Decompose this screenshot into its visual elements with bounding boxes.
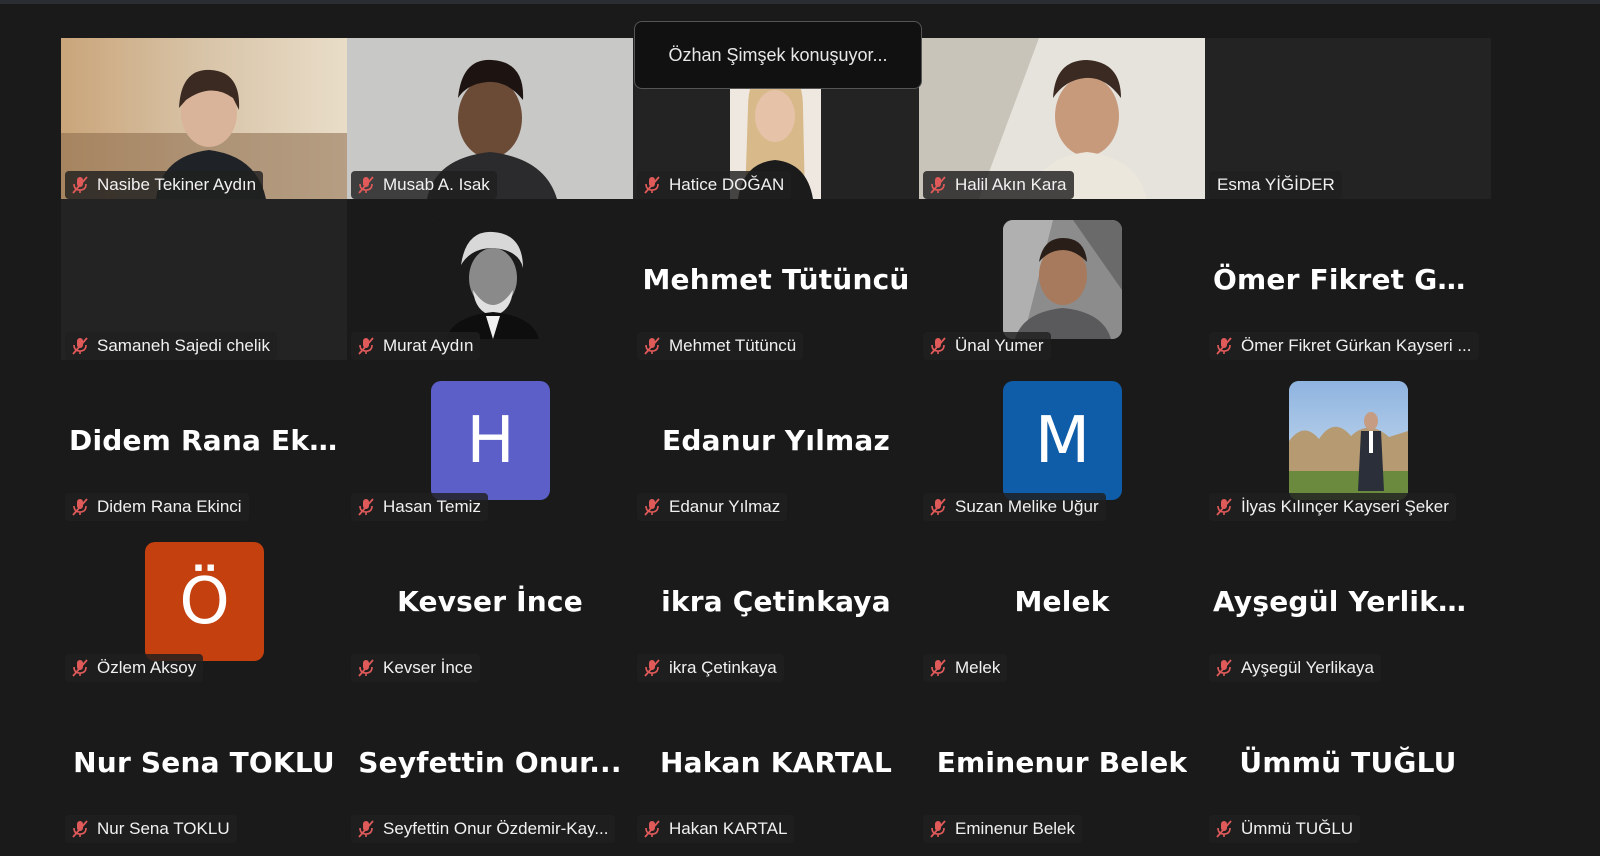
- portrait-image: [1003, 220, 1122, 339]
- participant-tile[interactable]: Eminenur Belek Eminenur Belek: [919, 682, 1205, 843]
- participant-name-tag: Musab A. Isak: [351, 171, 497, 199]
- participant-tile[interactable]: İlyas Kılınçer Kayseri Şeker: [1205, 360, 1491, 521]
- participant-name-tag: Didem Rana Ekinci: [65, 493, 249, 521]
- muted-mic-icon: [930, 176, 946, 194]
- participant-tile[interactable]: Melek Melek: [919, 521, 1205, 682]
- participant-name-tag: Seyfettin Onur Özdemir-Kay...: [351, 815, 616, 843]
- muted-mic-icon: [930, 820, 946, 838]
- participant-tile[interactable]: Seyfettin Onur... Seyfettin Onur Özdemir…: [347, 682, 633, 843]
- participant-tile[interactable]: Musab A. Isak: [347, 38, 633, 199]
- participant-tile[interactable]: Hakan KARTAL Hakan KARTAL: [633, 682, 919, 843]
- participant-tile[interactable]: Didem Rana Eki... Didem Rana Ekinci: [61, 360, 347, 521]
- participant-name-tag: Melek: [923, 654, 1008, 682]
- muted-mic-icon: [1216, 337, 1232, 355]
- muted-mic-icon: [1216, 498, 1232, 516]
- participant-name-tag: ikra Çetinkaya: [637, 654, 784, 682]
- participant-name-tag: Ümmü TUĞLU: [1209, 815, 1361, 843]
- muted-mic-icon: [72, 820, 88, 838]
- participant-name-tag: Nur Sena TOKLU: [65, 815, 237, 843]
- participant-tile[interactable]: Halil Akın Kara: [919, 38, 1205, 199]
- participant-name-tag: Mehmet Tütüncü: [637, 332, 804, 360]
- muted-mic-icon: [358, 820, 374, 838]
- portrait-image: [431, 220, 550, 339]
- participant-tile[interactable]: Ömer Fikret Gü... Ömer Fikret Gürkan Kay…: [1205, 199, 1491, 360]
- muted-mic-icon: [72, 498, 88, 516]
- participant-tile[interactable]: M Suzan Melike Uğur: [919, 360, 1205, 521]
- muted-mic-icon: [358, 176, 374, 194]
- participant-name-tag: Özlem Aksoy: [65, 654, 204, 682]
- participant-tile[interactable]: Nasibe Tekiner Aydın: [61, 38, 347, 199]
- portrait-image: [1289, 381, 1408, 500]
- participant-initial-avatar: H: [431, 381, 550, 500]
- participant-name-tag: Samaneh Sajedi chelik: [65, 332, 277, 360]
- participant-name-tag: Esma YİĞİDER: [1209, 171, 1342, 199]
- participant-name-tag: Hakan KARTAL: [637, 815, 795, 843]
- participant-tile[interactable]: Ö Özlem Aksoy: [61, 521, 347, 682]
- muted-mic-icon: [1216, 659, 1232, 677]
- muted-mic-icon: [644, 176, 660, 194]
- participant-tile[interactable]: Ünal Yumer: [919, 199, 1205, 360]
- participant-name-tag: Suzan Melike Uğur: [923, 493, 1106, 521]
- muted-mic-icon: [644, 498, 660, 516]
- participant-photo-avatar: [1003, 220, 1122, 339]
- participant-tile[interactable]: H Hasan Temiz: [347, 360, 633, 521]
- participant-tile[interactable]: Murat Aydın: [347, 199, 633, 360]
- participant-tile[interactable]: ikra Çetinkaya ikra Çetinkaya: [633, 521, 919, 682]
- participant-tile[interactable]: Ümmü TUĞLU Ümmü TUĞLU: [1205, 682, 1491, 843]
- participant-name-tag: Hasan Temiz: [351, 493, 488, 521]
- participant-photo-avatar: [431, 220, 550, 339]
- participant-name-tag: Eminenur Belek: [923, 815, 1083, 843]
- participant-name-tag: Ünal Yumer: [923, 332, 1051, 360]
- participant-name-tag: Kevser İnce: [351, 654, 480, 682]
- meeting-stage: Özhan Şimşek konuşuyor... Nasibe Tekiner…: [0, 4, 1600, 856]
- participant-initial-avatar: Ö: [145, 542, 264, 661]
- participant-name-tag: Murat Aydın: [351, 332, 481, 360]
- muted-mic-icon: [72, 337, 88, 355]
- muted-mic-icon: [358, 498, 374, 516]
- participant-tile[interactable]: Nur Sena TOKLU Nur Sena TOKLU: [61, 682, 347, 843]
- muted-mic-icon: [358, 659, 374, 677]
- muted-mic-icon: [644, 337, 660, 355]
- muted-mic-icon: [930, 337, 946, 355]
- participant-tile[interactable]: Edanur Yılmaz Edanur Yılmaz: [633, 360, 919, 521]
- participant-name-tag: Ömer Fikret Gürkan Kayseri ...: [1209, 332, 1479, 360]
- muted-mic-icon: [930, 659, 946, 677]
- muted-mic-icon: [930, 498, 946, 516]
- participant-tile[interactable]: Mehmet Tütüncü Mehmet Tütüncü: [633, 199, 919, 360]
- muted-mic-icon: [1216, 820, 1232, 838]
- active-speaker-toast: Özhan Şimşek konuşuyor...: [634, 21, 922, 89]
- muted-mic-icon: [72, 659, 88, 677]
- participant-name-tag: Ayşegül Yerlikaya: [1209, 654, 1381, 682]
- participant-photo-avatar: [1289, 381, 1408, 500]
- muted-mic-icon: [644, 820, 660, 838]
- participant-name-tag: Hatice DOĞAN: [637, 171, 792, 199]
- participant-tile[interactable]: Samaneh Sajedi chelik: [61, 199, 347, 360]
- participant-name-tag: İlyas Kılınçer Kayseri Şeker: [1209, 493, 1456, 521]
- participant-name-tag: Halil Akın Kara: [923, 171, 1074, 199]
- participant-name-tag: Edanur Yılmaz: [637, 493, 788, 521]
- participant-tile[interactable]: Ayşegül Yerlikaya Ayşegül Yerlikaya: [1205, 521, 1491, 682]
- participant-tile[interactable]: Kevser İnce Kevser İnce: [347, 521, 633, 682]
- muted-mic-icon: [358, 337, 374, 355]
- participant-initial-avatar: M: [1003, 381, 1122, 500]
- muted-mic-icon: [72, 176, 88, 194]
- muted-mic-icon: [644, 659, 660, 677]
- participant-tile[interactable]: Esma YİĞİDER: [1205, 38, 1491, 199]
- participant-name-tag: Nasibe Tekiner Aydın: [65, 171, 264, 199]
